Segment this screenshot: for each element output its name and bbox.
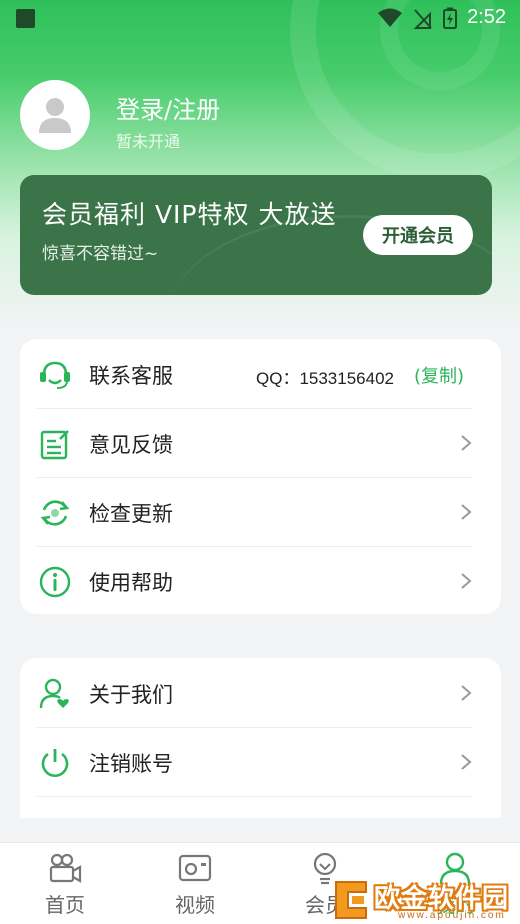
menu-item-label: 意见反馈 xyxy=(89,433,173,457)
nav-tab-video[interactable]: 视频 xyxy=(130,843,260,924)
no-signal-icon xyxy=(413,8,432,29)
chevron-right-icon xyxy=(461,504,472,520)
wifi-icon xyxy=(378,8,403,27)
menu-item-label: 使用帮助 xyxy=(89,571,173,595)
menu-item-label: 联系客服 xyxy=(89,364,173,388)
feedback-icon xyxy=(40,430,69,460)
status-bar: 2:52 xyxy=(0,0,520,36)
chevron-right-icon xyxy=(461,435,472,451)
user-heart-icon xyxy=(39,678,69,709)
copy-qq-link[interactable]: (复制) xyxy=(414,362,464,388)
notification-icon xyxy=(16,9,35,28)
menu-item-help[interactable]: 使用帮助 xyxy=(20,546,501,615)
login-register-link[interactable]: 登录/注册 xyxy=(116,90,220,125)
chevron-right-icon xyxy=(461,685,472,701)
watermark-logo-icon xyxy=(335,881,367,919)
menu-item-delete-account[interactable]: 注销账号 xyxy=(20,727,501,796)
qq-number: QQ：1533156402 xyxy=(256,369,394,388)
nav-tab-home[interactable]: 首页 xyxy=(0,843,130,924)
menu-item-about-us[interactable]: 关于我们 xyxy=(20,658,501,727)
menu-card-support: 联系客服 QQ：1533156402 (复制) 意见反馈 检查更新 使用帮助 xyxy=(20,339,501,614)
chevron-right-icon xyxy=(461,754,472,770)
status-time: 2:52 xyxy=(467,6,506,28)
nav-tab-label: 首页 xyxy=(45,893,85,917)
menu-item-label: 关于我们 xyxy=(89,683,173,707)
camera-icon xyxy=(49,853,82,883)
refresh-icon xyxy=(40,500,70,526)
avatar[interactable] xyxy=(20,80,90,150)
nav-tab-label: 视频 xyxy=(175,893,215,917)
watermark: 欧金软件园 www.apoujin.com xyxy=(322,872,520,924)
menu-item-check-update[interactable]: 检查更新 xyxy=(20,477,501,546)
video-icon xyxy=(178,854,212,882)
open-vip-button[interactable]: 开通会员 xyxy=(363,215,473,255)
menu-item-label: 注销账号 xyxy=(89,752,173,776)
vip-banner-title: 会员福利 VIP特权 大放送 xyxy=(42,200,337,229)
vip-banner-subtitle: 惊喜不容错过~ xyxy=(42,244,159,264)
vip-banner[interactable]: 会员福利 VIP特权 大放送 惊喜不容错过~ 开通会员 xyxy=(20,175,492,295)
menu-item-feedback[interactable]: 意见反馈 xyxy=(20,408,501,477)
menu-card-account: 关于我们 注销账号 xyxy=(20,658,501,818)
customer-service-icon xyxy=(40,361,70,389)
watermark-url: www.apoujin.com xyxy=(398,910,506,921)
info-icon xyxy=(39,566,71,598)
power-icon xyxy=(41,749,69,777)
menu-item-contact-service[interactable]: 联系客服 QQ：1533156402 (复制) xyxy=(20,339,501,408)
chevron-right-icon xyxy=(461,573,472,589)
membership-status: 暂未开通 xyxy=(116,132,181,151)
menu-item-label: 检查更新 xyxy=(89,502,173,526)
default-avatar-icon xyxy=(39,98,71,133)
battery-charging-icon xyxy=(443,7,458,29)
